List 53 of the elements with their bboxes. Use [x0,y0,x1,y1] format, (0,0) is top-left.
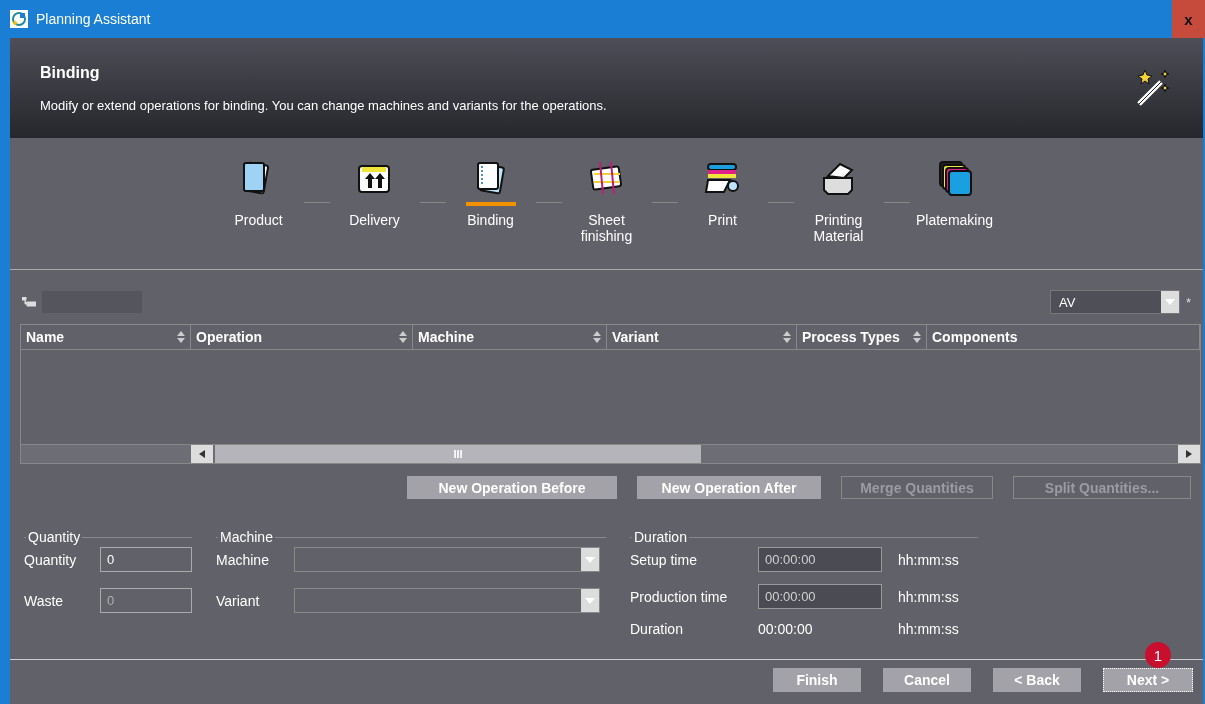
dropdown-arrow-icon [585,556,595,563]
page-title: Binding [40,63,101,82]
group-title: Duration [633,529,688,545]
wizard-step[interactable]: Sheet finishing [561,158,652,244]
tree-icon[interactable] [22,297,36,307]
wizard-step[interactable]: Print [677,158,768,228]
sort-icon[interactable] [592,331,602,343]
app-icon [10,10,28,28]
sort-icon[interactable] [912,331,922,343]
scroll-left-button[interactable] [191,445,213,463]
required-mark: * [1185,294,1191,310]
group-title: Machine [219,529,274,545]
step-badge: 1 [1145,642,1171,668]
sort-icon[interactable] [398,331,408,343]
field-label: Setup time [630,551,698,568]
wizard-step[interactable]: Delivery [329,158,420,228]
dropdown-field[interactable] [294,588,600,613]
wizard-step[interactable]: Printing Material [793,158,884,244]
scroll-right-button[interactable] [1178,445,1200,463]
sort-icon[interactable] [782,331,792,343]
duration-value: 00:00:00 [758,621,814,637]
filter-dropdown[interactable]: AV [1049,290,1180,314]
wizard-step[interactable]: Platemaking [909,158,1000,228]
field-label: Variant [216,592,261,609]
wizard-step[interactable]: Product [213,158,304,228]
group-title: Quantity [27,529,82,545]
close-button[interactable]: x [1172,0,1205,38]
column-header[interactable]: Components [927,325,1200,349]
field-label: Machine [216,551,270,568]
window-title: Planning Assistant [36,11,151,27]
field-label: Duration [630,621,684,637]
wizard-step[interactable]: Binding [445,158,536,228]
dropdown-field[interactable] [294,547,600,572]
field-label: Quantity [24,551,78,568]
column-header[interactable]: Operation [191,325,413,349]
unit-label: hh:mm:ss [898,621,960,637]
unit-label: hh:mm:ss [898,551,960,568]
column-header[interactable]: Process Types [797,325,927,349]
unit-label: hh:mm:ss [898,588,960,605]
time-field[interactable]: 00:00:00 [758,584,882,609]
dropdown-arrow-icon [1164,299,1175,305]
field-label: Waste [24,592,65,609]
right-arrow-icon [1186,450,1192,458]
dropdown-arrow-icon [585,597,595,604]
left-arrow-icon [199,450,205,458]
column-header[interactable]: Name [21,325,191,349]
sort-icon[interactable] [176,331,186,343]
column-header[interactable]: Variant [607,325,797,349]
page-description: Modify or extend operations for binding. You can change machines and variants for the operations. [40,97,607,113]
column-header[interactable]: Machine [413,325,607,349]
number-field[interactable]: 0 [100,547,192,572]
time-field[interactable]: 00:00:00 [758,547,882,572]
field-label: Production time [630,588,729,605]
